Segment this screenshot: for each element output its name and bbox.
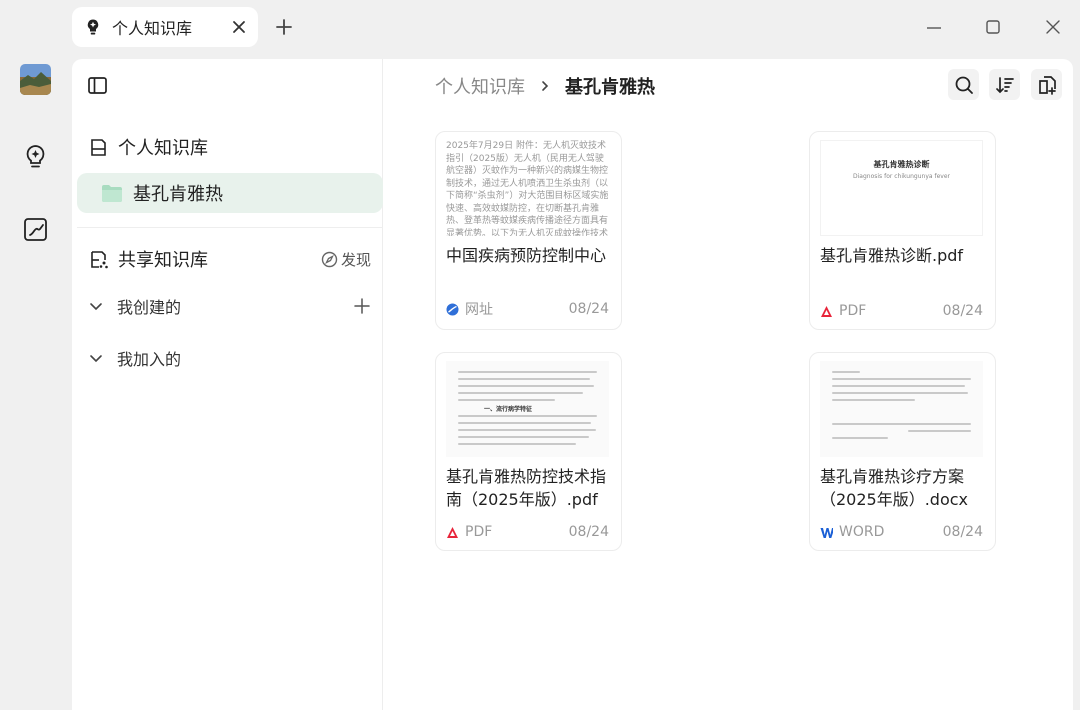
edit-sign-icon[interactable] (22, 216, 49, 243)
minimize-icon[interactable] (925, 18, 943, 36)
folder-icon (102, 184, 122, 202)
sidebar-item-personal-kb[interactable]: 个人知识库 (77, 127, 383, 167)
thumbnail-lines (458, 415, 597, 450)
thumbnail-title: 基孔肯雅热诊断 (873, 160, 930, 169)
lightbulb-icon (87, 19, 99, 35)
chevron-down-icon (90, 355, 102, 363)
thumbnail-text: 2025年7月29日 附件：无人机灭蚊技术指引（2025版）无人机（民用无人驾驶… (446, 141, 609, 236)
file-date: 08/24 (568, 524, 609, 540)
sidebar-item-label: 个人知识库 (118, 138, 208, 159)
file-card-diagnosis-pdf[interactable]: 基孔肯雅热诊断 Diagnosis for chikungunya fever … (809, 131, 996, 330)
file-card-treatment-plan-docx[interactable]: 基孔肯雅热诊疗方案（2025年版）.docx WORD 08/24 (809, 352, 996, 551)
knowledge-base-tab[interactable]: 个人知识库 (72, 7, 258, 47)
close-tab-icon[interactable] (232, 20, 246, 34)
card-footer: PDF 08/24 (820, 303, 983, 319)
tab-label: 个人知识库 (112, 19, 193, 38)
file-card-cdc[interactable]: 2025年7月29日 附件：无人机灭蚊技术指引（2025版）无人机（民用无人驾驶… (435, 131, 622, 330)
sidebar-item-label: 我加入的 (117, 350, 182, 369)
card-thumbnail: 一、流行病学特征 (446, 361, 609, 457)
file-date: 08/24 (942, 524, 983, 540)
file-date: 08/24 (942, 303, 983, 319)
pdf-icon (447, 526, 458, 538)
sidebar-item-folder-chikungunya[interactable]: 基孔肯雅热 (77, 173, 383, 213)
shared-kb-icon (91, 250, 108, 268)
card-thumbnail: 基孔肯雅热诊断 Diagnosis for chikungunya fever (820, 140, 983, 236)
card-footer: 网址 08/24 (446, 299, 609, 319)
search-button[interactable] (948, 69, 979, 100)
pdf-icon (821, 305, 832, 317)
add-file-button[interactable] (1031, 69, 1062, 100)
file-type: PDF (839, 303, 867, 319)
sidebar-item-joined[interactable]: 我加入的 (77, 338, 383, 378)
chevron-right-icon (542, 81, 549, 91)
sort-icon (995, 76, 1014, 93)
card-thumbnail (820, 361, 983, 457)
add-file-icon (1038, 75, 1056, 95)
card-title: 基孔肯雅热诊断.pdf (820, 246, 964, 265)
chevron-down-icon (90, 303, 102, 311)
breadcrumb: 个人知识库 基孔肯雅热 (435, 73, 655, 99)
word-icon (820, 527, 833, 538)
main-window: 个人知识库 基孔肯雅热 共享知识库 发现 我创建的 我加入的 个人知识库 基孔肯… (72, 59, 1073, 710)
sidebar: 个人知识库 基孔肯雅热 共享知识库 发现 我创建的 我加入的 (72, 59, 383, 710)
sidebar-item-label: 基孔肯雅热 (133, 184, 223, 205)
breadcrumb-root[interactable]: 个人知识库 (435, 73, 525, 99)
sort-button[interactable] (989, 69, 1020, 100)
breadcrumb-current: 基孔肯雅热 (565, 77, 655, 98)
new-tab-plus-icon[interactable] (274, 17, 294, 37)
file-type: PDF (465, 524, 493, 540)
thumbnail-lines (458, 371, 597, 406)
sidebar-divider (77, 227, 383, 228)
compass-icon (321, 251, 338, 267)
avatar[interactable] (20, 64, 51, 95)
card-title: 基孔肯雅热诊疗方案（2025年版）.docx (820, 467, 969, 509)
personal-kb-icon (91, 138, 106, 156)
maximize-icon[interactable] (984, 18, 1002, 36)
thumbnail-subtitle: Diagnosis for chikungunya fever (853, 173, 950, 180)
sidebar-item-created[interactable]: 我创建的 (77, 286, 383, 326)
card-title: 中国疾病预防控制中心 (446, 246, 607, 265)
web-link-icon (446, 303, 459, 315)
sidebar-item-shared-kb[interactable]: 共享知识库 发现 (77, 239, 383, 279)
search-icon (955, 76, 973, 94)
sidebar-item-label: 共享知识库 (118, 250, 208, 271)
thumbnail-lines (832, 423, 971, 444)
discover-label: 发现 (340, 250, 371, 269)
card-footer: WORD 08/24 (820, 524, 983, 540)
sidebar-toggle-icon[interactable] (87, 75, 108, 96)
thumbnail-lines (832, 371, 971, 406)
close-window-icon[interactable] (1044, 18, 1062, 36)
discover-button[interactable]: 发现 (321, 249, 371, 270)
card-title: 基孔肯雅热防控技术指南（2025年版）.pdf (446, 467, 607, 509)
thumbnail-heading: 一、流行病学特征 (484, 406, 533, 413)
card-thumbnail: 2025年7月29日 附件：无人机灭蚊技术指引（2025版）无人机（民用无人驾驶… (446, 140, 609, 236)
file-type: WORD (839, 524, 885, 540)
sidebar-item-label: 我创建的 (117, 298, 182, 317)
create-kb-plus-icon[interactable] (353, 297, 371, 315)
knowledge-lightbulb-icon[interactable] (22, 143, 49, 170)
file-card-prevention-guide-pdf[interactable]: 一、流行病学特征 基孔肯雅热防控技术指南（2025年版）.pdf PDF 08/… (435, 352, 622, 551)
card-footer: PDF 08/24 (446, 524, 609, 540)
file-type: 网址 (465, 302, 493, 318)
file-date: 08/24 (568, 301, 609, 317)
